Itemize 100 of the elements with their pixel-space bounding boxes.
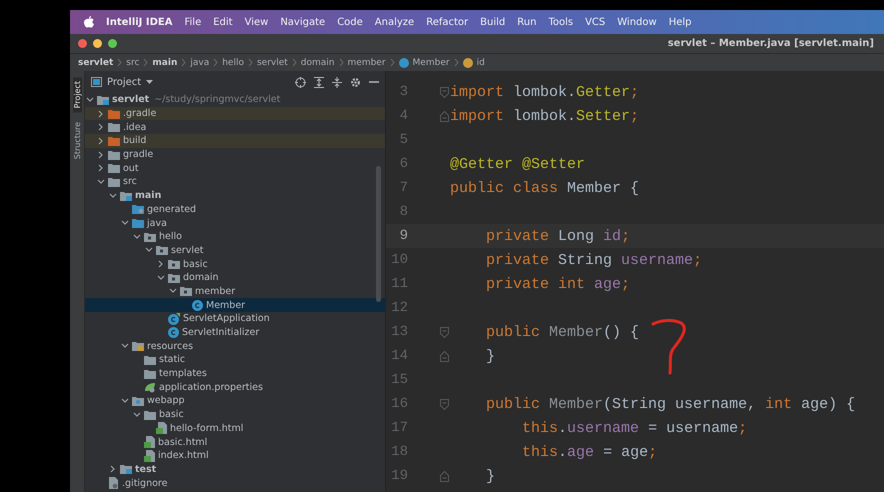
tree-item[interactable]: index.html bbox=[85, 448, 385, 463]
breadcrumb[interactable]: src bbox=[126, 58, 140, 68]
tree-item[interactable]: generated bbox=[85, 202, 385, 216]
tree-item[interactable]: .idea bbox=[85, 120, 385, 134]
menu-item[interactable]: Code bbox=[337, 16, 363, 28]
code-line: this.username = username; bbox=[521, 420, 748, 436]
collapse-all-icon[interactable] bbox=[332, 76, 342, 88]
tree-item[interactable]: domain bbox=[85, 270, 385, 285]
breadcrumb[interactable]: id bbox=[476, 58, 485, 68]
menu-item[interactable]: Window bbox=[617, 16, 657, 28]
folder-icon bbox=[132, 218, 144, 228]
menu-item[interactable]: View bbox=[244, 16, 268, 28]
tree-item[interactable]: .gitignore bbox=[85, 476, 385, 490]
menu-item[interactable]: Refactor bbox=[426, 16, 468, 28]
item-name: .gitignore bbox=[122, 478, 168, 489]
tree-item[interactable]: src bbox=[85, 175, 385, 189]
item-name: domain bbox=[183, 272, 219, 284]
code-line: private Long id; bbox=[485, 228, 630, 244]
menu-item[interactable]: VCS bbox=[585, 16, 606, 28]
breadcrumb[interactable]: Member bbox=[412, 58, 450, 68]
breadcrumb[interactable]: domain bbox=[300, 58, 335, 68]
line-number: 5 bbox=[398, 132, 408, 148]
fold-marker-icon[interactable] bbox=[440, 86, 449, 98]
line-number: 6 bbox=[398, 156, 408, 172]
expand-all-icon[interactable] bbox=[314, 76, 324, 88]
tree-item[interactable]: Member bbox=[85, 298, 385, 312]
chevron-right-icon bbox=[117, 58, 122, 67]
chevron-right-icon bbox=[181, 58, 186, 67]
menu-item[interactable]: Tools bbox=[548, 16, 574, 28]
breadcrumb[interactable]: main bbox=[152, 58, 178, 68]
fold-marker-icon[interactable] bbox=[440, 350, 449, 362]
line-number: 11 bbox=[390, 276, 408, 292]
leaf-icon bbox=[144, 382, 156, 393]
scrollbar[interactable] bbox=[376, 166, 381, 302]
menu-item[interactable]: Help bbox=[668, 16, 692, 28]
item-name: basic.html bbox=[158, 436, 208, 448]
tree-item[interactable]: hello-form.html bbox=[85, 422, 385, 436]
caret-icon[interactable] bbox=[146, 80, 154, 84]
item-name: main bbox=[135, 190, 162, 202]
tree-item[interactable]: basic.html bbox=[85, 435, 385, 449]
fold-marker-icon[interactable] bbox=[440, 110, 449, 122]
code-line: @Getter @Setter bbox=[450, 156, 586, 172]
tree-item[interactable]: resources bbox=[85, 339, 385, 354]
tree-item[interactable]: test bbox=[85, 462, 385, 476]
chevron-right-icon bbox=[248, 58, 253, 67]
line-number: 8 bbox=[398, 204, 408, 220]
tree-item[interactable]: application.properties bbox=[85, 380, 385, 394]
fold-marker-icon[interactable] bbox=[440, 326, 449, 338]
tree-item[interactable]: ServletInitializer bbox=[85, 326, 385, 340]
menu-item[interactable]: File bbox=[184, 16, 202, 28]
package-icon bbox=[168, 259, 180, 270]
apple-icon[interactable] bbox=[84, 16, 94, 28]
item-name: Member bbox=[206, 300, 246, 311]
fold-marker-icon[interactable] bbox=[440, 398, 449, 410]
tree-item[interactable]: main bbox=[85, 188, 385, 202]
item-name: .gradle bbox=[123, 108, 156, 120]
breadcrumb[interactable]: member bbox=[348, 58, 386, 68]
item-name: ServletInitializer bbox=[182, 327, 260, 338]
folder-icon bbox=[108, 176, 120, 187]
tree-item[interactable]: basic bbox=[85, 408, 385, 422]
settings-icon[interactable] bbox=[350, 76, 361, 88]
menu-item[interactable]: Navigate bbox=[280, 16, 326, 28]
tree-item[interactable]: webapp bbox=[85, 394, 385, 408]
item-name: index.html bbox=[158, 450, 209, 462]
class-icon bbox=[398, 58, 409, 68]
tree-item[interactable]: build bbox=[85, 134, 385, 148]
tree-item[interactable]: basic bbox=[85, 257, 385, 271]
panel-title[interactable]: Project bbox=[107, 76, 142, 88]
tree-item[interactable]: templates bbox=[85, 366, 385, 380]
breadcrumb[interactable]: servlet bbox=[78, 58, 114, 68]
tree-item[interactable]: out bbox=[85, 161, 385, 176]
tree-item[interactable]: servlet ~/study/springmvc/servlet bbox=[85, 93, 385, 107]
package-icon bbox=[180, 286, 192, 296]
breadcrumb[interactable]: hello bbox=[222, 58, 244, 68]
tree-item[interactable]: member bbox=[85, 284, 385, 298]
crosshair-icon[interactable] bbox=[295, 76, 306, 88]
menu-item[interactable]: Run bbox=[517, 16, 536, 28]
tool-window-tab[interactable]: Project bbox=[72, 77, 82, 112]
fold-marker-icon[interactable] bbox=[440, 470, 449, 482]
line-number: 4 bbox=[398, 108, 408, 124]
item-name: out bbox=[123, 162, 139, 174]
tree-item[interactable]: gradle bbox=[85, 148, 385, 162]
item-path: ~/study/springmvc/servlet bbox=[154, 94, 280, 106]
app-menu[interactable]: IntelliJ IDEA bbox=[106, 16, 172, 28]
tree-item[interactable]: .gradle bbox=[85, 106, 385, 120]
line-number: 17 bbox=[390, 420, 408, 436]
panel-icon bbox=[91, 77, 102, 87]
breadcrumb[interactable]: java bbox=[190, 58, 210, 68]
item-name: basic bbox=[159, 409, 184, 420]
breadcrumb[interactable]: servlet bbox=[256, 58, 288, 68]
tool-window-tab[interactable]: Structure bbox=[72, 118, 82, 164]
menu-item[interactable]: Build bbox=[480, 16, 506, 28]
tree-item[interactable]: servlet bbox=[85, 244, 385, 258]
tree-item[interactable]: static bbox=[85, 353, 385, 367]
menu-item[interactable]: Analyze bbox=[374, 16, 414, 28]
tree-item[interactable]: java bbox=[85, 216, 385, 230]
tree-item[interactable]: hello bbox=[85, 230, 385, 244]
tree-item[interactable]: ServletApplication bbox=[85, 312, 385, 326]
module-folder-icon bbox=[120, 464, 132, 474]
menu-item[interactable]: Edit bbox=[213, 16, 233, 28]
